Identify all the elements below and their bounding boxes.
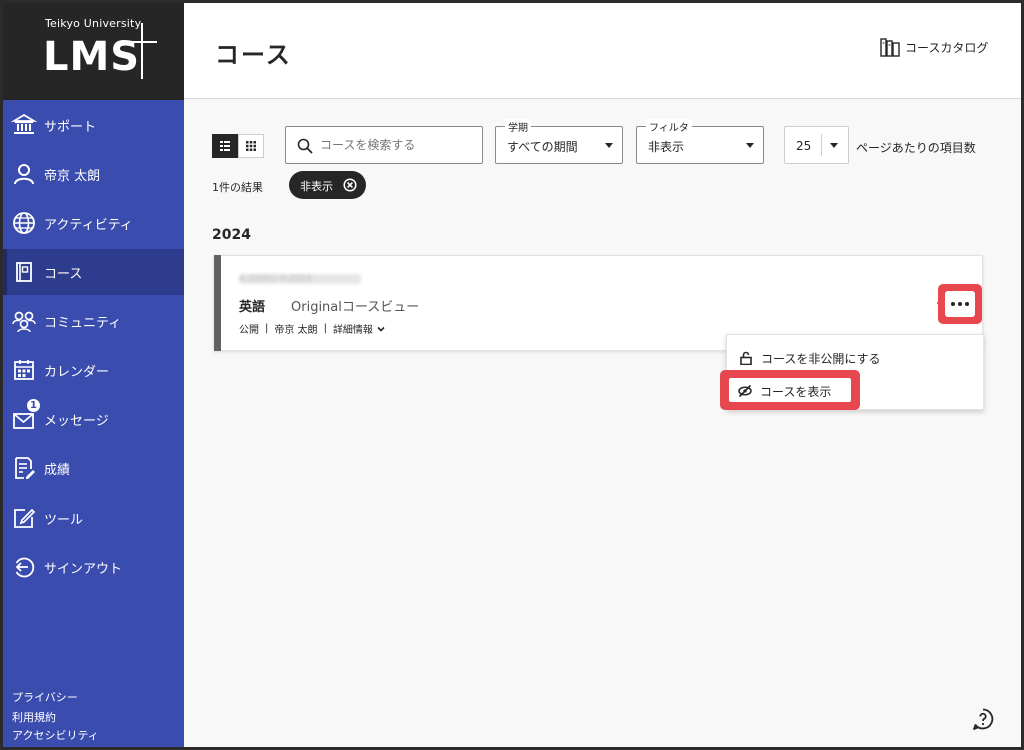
sidebar-item-calendar[interactable]: カレンダー: [3, 347, 184, 393]
course-instructor: 帝京 太朗: [274, 325, 318, 336]
logo-plus-mark: [125, 41, 157, 43]
course-details-label: 詳細情報: [332, 325, 373, 336]
sign-out-icon: [11, 554, 37, 580]
privacy-link[interactable]: プライバシー: [12, 689, 78, 705]
sidebar-item-grades[interactable]: 成績: [3, 445, 184, 491]
course-catalog-link[interactable]: コースカタログ: [880, 36, 988, 58]
sidebar-item-sign-out[interactable]: サインアウト: [3, 544, 184, 590]
meta-separator: |: [323, 323, 327, 334]
sidebar: Teikyo University LMS サポート 帝京 太朗 アクティビティ: [3, 3, 184, 747]
close-circle-icon[interactable]: [343, 178, 357, 192]
course-status: 公開: [239, 325, 259, 336]
help-icon[interactable]: [971, 707, 995, 731]
meta-separator: |: [265, 323, 269, 334]
list-view-icon: [220, 141, 230, 151]
filter-select[interactable]: フィルタ 非表示: [636, 119, 764, 164]
term-select[interactable]: 学期 すべての期間: [495, 119, 623, 164]
course-book-icon: [11, 259, 37, 285]
sidebar-item-tools[interactable]: ツール: [3, 495, 184, 541]
logo-university-text: Teikyo University: [45, 17, 142, 30]
catalog-books-icon: [880, 38, 900, 57]
per-page-select[interactable]: 25: [784, 126, 849, 164]
search-input[interactable]: [320, 135, 478, 155]
main-content: コース コースカタログ 学期 すべての期間 フィルタ 非表示: [184, 3, 1021, 747]
sidebar-item-label: 帝京 太朗: [44, 168, 101, 184]
sidebar-item-support[interactable]: サポート: [3, 102, 184, 148]
dot: [958, 302, 962, 306]
sidebar-item-label: コース: [44, 266, 83, 282]
brand-logo[interactable]: Teikyo University LMS: [3, 3, 184, 100]
per-page-value: 25: [796, 139, 812, 153]
grades-icon: [11, 455, 37, 481]
course-view-type: Originalコースビュー: [291, 300, 420, 315]
logo-plus-mark: [141, 23, 143, 79]
course-catalog-label: コースカタログ: [905, 40, 989, 55]
sidebar-item-label: 成績: [44, 462, 71, 478]
message-count-badge: 1: [26, 398, 41, 413]
sidebar-item-profile[interactable]: 帝京 太朗: [3, 151, 184, 197]
unlock-icon: [740, 351, 752, 365]
view-toggle: [212, 134, 264, 158]
term-year-heading: 2024: [212, 227, 251, 243]
course-more-options-button[interactable]: [938, 284, 982, 324]
course-search: [285, 126, 483, 164]
menu-item-label: コースを表示: [760, 385, 832, 399]
community-icon: [11, 308, 37, 334]
filter-chip-label: 非表示: [300, 180, 333, 193]
terms-link[interactable]: 利用規約: [12, 709, 56, 725]
grid-view-button[interactable]: [238, 134, 264, 158]
more-options-icon: [945, 291, 975, 317]
sidebar-item-messages[interactable]: 1 メッセージ: [3, 396, 184, 442]
course-meta: 公開 | 帝京 太朗 | 詳細情報: [239, 321, 386, 336]
term-select-value: すべての期間: [507, 140, 578, 154]
edit-tool-icon: [11, 505, 37, 531]
dot: [965, 302, 969, 306]
sidebar-item-label: アクティビティ: [44, 217, 133, 233]
sidebar-item-activity[interactable]: アクティビティ: [3, 200, 184, 246]
sidebar-item-label: メッセージ: [44, 413, 109, 429]
accessibility-link[interactable]: アクセシビリティ: [12, 727, 99, 743]
per-page-label: ページあたりの項目数: [856, 141, 976, 155]
active-filter-chip[interactable]: 非表示: [289, 171, 366, 199]
course-details-toggle[interactable]: 詳細情報: [333, 321, 386, 336]
page-title: コース: [215, 40, 292, 69]
sidebar-item-label: カレンダー: [44, 364, 110, 380]
sidebar-item-label: サインアウト: [44, 561, 123, 577]
sidebar-item-label: コミュニティ: [44, 315, 122, 331]
logo-product-text: LMS: [43, 34, 141, 80]
sidebar-item-label: サポート: [44, 119, 97, 135]
grid-view-icon: [246, 141, 256, 151]
search-icon: [297, 138, 313, 154]
course-title-link[interactable]: 英語: [239, 296, 265, 315]
calendar-icon: [11, 357, 37, 383]
list-view-button[interactable]: [212, 134, 238, 158]
app-window: Teikyo University LMS サポート 帝京 太朗 アクティビティ: [0, 0, 1024, 750]
caret-down-icon: [746, 143, 754, 148]
sidebar-item-label: ツール: [44, 512, 84, 528]
caret-down-icon: [605, 143, 613, 148]
filter-select-value: 非表示: [648, 140, 685, 154]
filter-select-legend: フィルタ: [646, 119, 692, 134]
bank-icon: [10, 112, 38, 138]
menu-item-hide-course[interactable]: コースを非公開にする: [727, 341, 985, 373]
divider: [821, 134, 822, 156]
sidebar-item-courses[interactable]: コース: [3, 249, 184, 295]
eye-slash-icon: [738, 384, 752, 398]
menu-item-show-course[interactable]: コースを表示: [726, 374, 984, 406]
caret-down-icon: [830, 143, 838, 148]
chevron-down-icon: [377, 326, 385, 332]
menu-item-label: コースを非公開にする: [761, 352, 881, 366]
page-header: コース コースカタログ: [184, 3, 1021, 99]
course-id-blurred: A-10001-0-2024: [239, 274, 361, 284]
result-count: 1件の結果: [212, 181, 263, 194]
person-icon: [11, 161, 37, 187]
globe-icon: [11, 210, 37, 236]
dot: [951, 302, 955, 306]
sidebar-item-community[interactable]: コミュニティ: [3, 298, 184, 344]
term-select-legend: 学期: [505, 119, 531, 134]
